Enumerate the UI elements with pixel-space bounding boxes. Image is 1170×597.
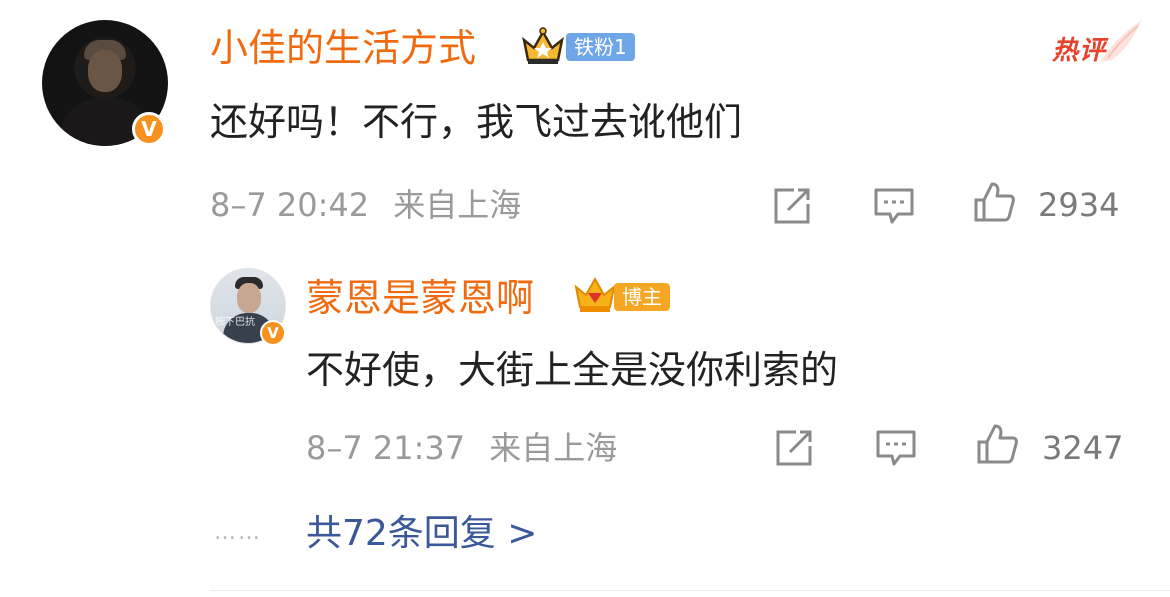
like-count: 3247 [1042,429,1124,467]
share-icon[interactable] [770,184,814,228]
comment-icon[interactable] [872,184,916,228]
verified-icon: V [132,112,166,146]
like-icon[interactable] [972,180,1016,224]
crown-icon [522,27,564,64]
crown-icon [574,276,616,312]
reply-text: 不好使，大街上全是没你利索的 [306,348,839,392]
hot-comment-label: 热评 [1052,36,1107,66]
date: 8–7 21:37 [306,429,466,467]
location: 来自上海 [393,186,522,224]
fan-badge: 铁粉1 [566,33,635,61]
date: 8–7 20:42 [210,186,370,224]
avatar-caption: 按下巴抗 [215,317,255,328]
reply-username[interactable]: 蒙恩是蒙恩啊 [306,278,534,318]
verified-icon: V [260,320,286,346]
like-icon[interactable] [975,422,1019,466]
view-replies-link[interactable]: 共72条回复 > [306,514,537,554]
comment-icon[interactable] [874,426,918,470]
reply-timestamp: 8–7 21:37 来自上海 [306,430,617,466]
share-icon[interactable] [772,426,816,470]
divider [210,590,1170,591]
blogger-badge: 博主 [614,283,670,311]
comment-text: 还好吗！不行，我飞过去讹他们 [210,100,743,144]
like-count: 2934 [1038,186,1120,224]
dots-separator: …… [214,520,262,545]
comment-timestamp: 8–7 20:42 来自上海 [210,187,521,223]
username[interactable]: 小佳的生活方式 [210,28,476,68]
location: 来自上海 [489,429,618,467]
